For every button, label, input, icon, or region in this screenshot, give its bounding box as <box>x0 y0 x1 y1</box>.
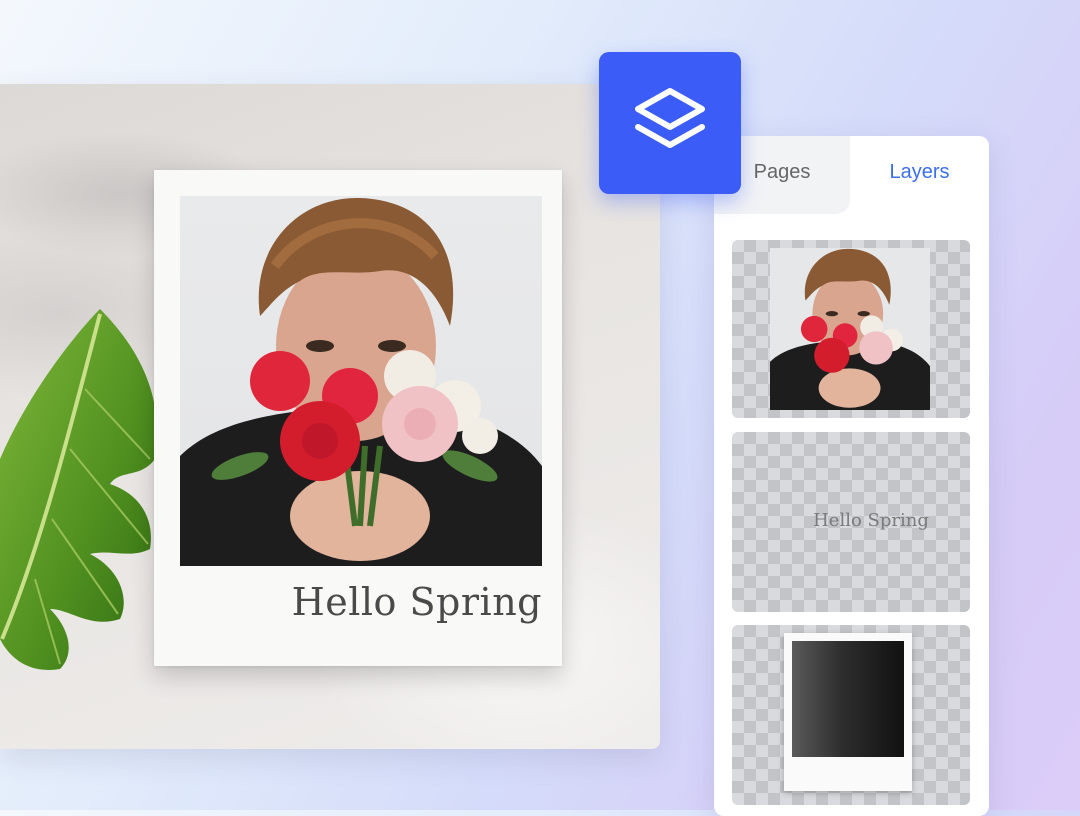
caption-text[interactable]: Hello Spring <box>292 580 542 624</box>
frame-photo-placeholder <box>792 641 904 757</box>
layers-panel: Pages Layers Hello Spring <box>714 136 989 816</box>
polaroid-frame-thumbnail <box>784 633 912 791</box>
design-canvas[interactable]: Hello Spring <box>0 84 660 749</box>
layer-item-text[interactable]: Hello Spring <box>732 432 970 612</box>
layer-item-image[interactable] <box>732 240 970 418</box>
layers-icon <box>635 88 705 148</box>
panel-tabs: Pages Layers <box>714 136 989 214</box>
polaroid-frame[interactable]: Hello Spring <box>154 170 562 666</box>
layer-item-frame[interactable] <box>732 625 970 805</box>
tab-layers[interactable]: Layers <box>850 136 989 214</box>
photo-thumbnail <box>770 248 930 410</box>
layers-button[interactable] <box>599 52 741 194</box>
leaf-decoration[interactable] <box>0 309 170 729</box>
portrait-photo[interactable] <box>180 196 542 566</box>
text-thumbnail: Hello Spring <box>813 510 929 531</box>
